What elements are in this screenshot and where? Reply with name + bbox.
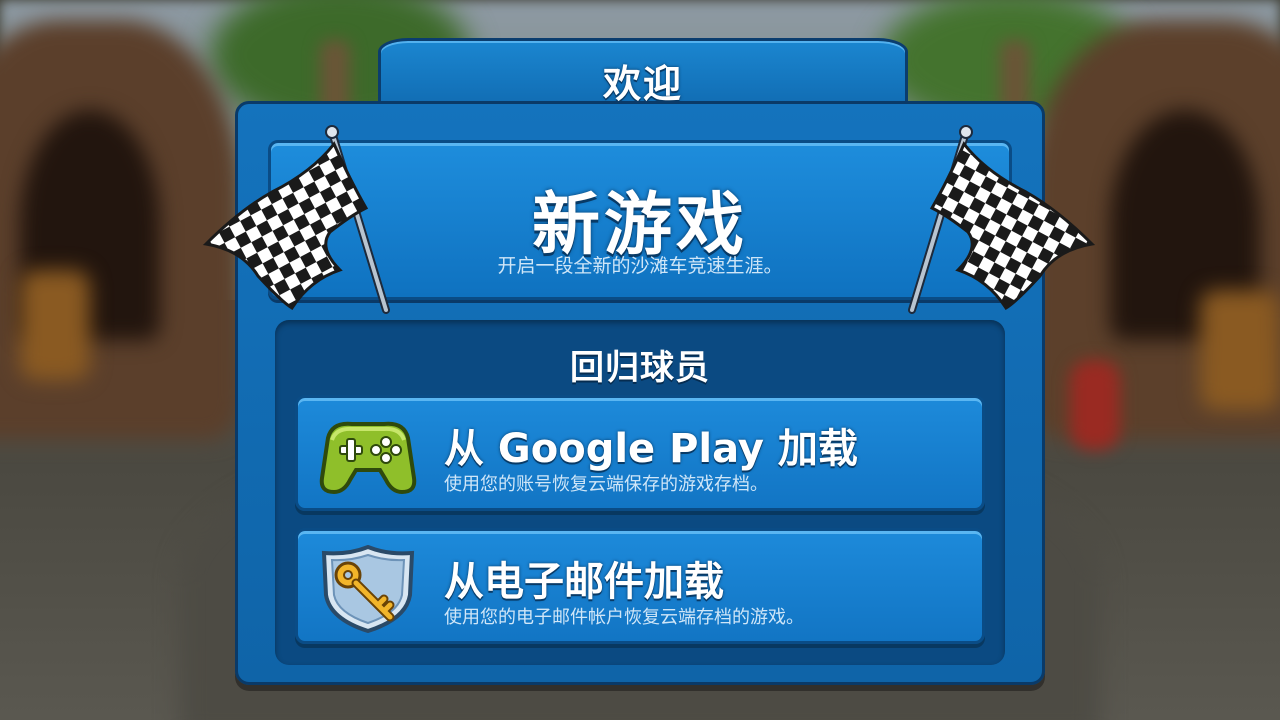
email-title: 从电子邮件加载 (444, 559, 724, 605)
returning-player-title: 回归球员 (570, 348, 710, 388)
welcome-title: 欢迎 (602, 62, 683, 106)
gamepad-icon (319, 421, 417, 495)
load-google-play-button[interactable]: 从 Google Play 加载 使用您的账号恢复云端保存的游戏存档。 (295, 395, 985, 511)
load-email-button[interactable]: 从电子邮件加载 使用您的电子邮件帐户恢复云端存档的游戏。 (295, 528, 985, 644)
email-subtitle: 使用您的电子邮件帐户恢复云端存档的游戏。 (444, 607, 804, 628)
google-play-title: 从 Google Play 加载 (444, 426, 858, 472)
key-shield-icon (321, 545, 415, 633)
checkered-flag-right-icon (908, 125, 1096, 314)
google-play-subtitle: 使用您的账号恢复云端保存的游戏存档。 (444, 474, 768, 495)
checkered-flag-left-icon (202, 125, 390, 314)
